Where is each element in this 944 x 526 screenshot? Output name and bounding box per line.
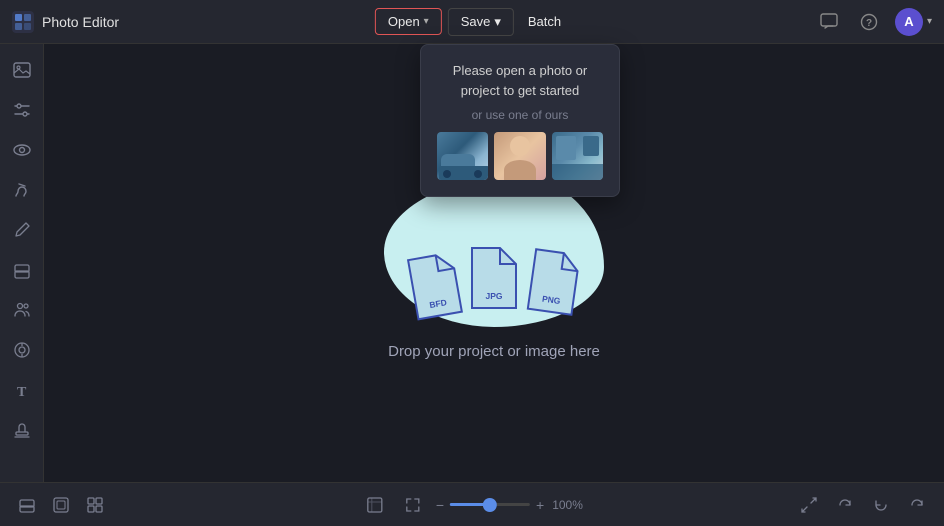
zoom-percent: 100 [552, 498, 572, 512]
sample-image-person[interactable] [494, 132, 545, 180]
bottom-left-tools [12, 490, 110, 520]
expand-tool-button[interactable] [794, 490, 824, 520]
zoom-suffix: % [572, 498, 583, 512]
zoom-slider[interactable] [450, 503, 530, 506]
sidebar-item-image[interactable] [4, 52, 40, 88]
sidebar-item-text[interactable]: T [4, 372, 40, 408]
save-label: Save [461, 14, 491, 29]
user-avatar[interactable]: A [895, 8, 923, 36]
zoom-in-icon[interactable]: + [536, 497, 544, 513]
redo-button[interactable] [902, 490, 932, 520]
sidebar-item-paint[interactable] [4, 172, 40, 208]
frame-tool-button[interactable] [360, 490, 390, 520]
crop-tool-button[interactable] [46, 490, 76, 520]
zoom-slider-container: − + [436, 497, 544, 513]
bottom-toolbar: − + 100% [0, 482, 944, 526]
layers-tool-button[interactable] [12, 490, 42, 520]
header-actions: Open ▾ Save ▾ Batch [375, 8, 569, 36]
zoom-out-icon[interactable]: − [436, 497, 444, 513]
expand-view-button[interactable] [398, 490, 428, 520]
sidebar-item-effects[interactable] [4, 332, 40, 368]
rotate-right-tool-button[interactable] [830, 490, 860, 520]
svg-text:T: T [17, 385, 27, 400]
user-avatar-row[interactable]: A ▾ [895, 8, 932, 36]
file-jpg: JPG [468, 244, 520, 317]
sidebar-item-adjustments[interactable] [4, 92, 40, 128]
zoom-value: 100% [552, 498, 584, 512]
help-icon-button[interactable]: ? [855, 8, 883, 36]
sidebar-item-view[interactable] [4, 132, 40, 168]
save-chevron-icon: ▾ [494, 14, 501, 30]
header: Photo Editor Open ▾ Save ▾ Batch ? [0, 0, 944, 44]
avatar-chevron-icon: ▾ [927, 16, 932, 27]
bottom-right-tools [794, 490, 932, 520]
file-bfd: BFD [403, 247, 467, 328]
grid-tool-button[interactable] [80, 490, 110, 520]
sidebar-item-layers[interactable] [4, 252, 40, 288]
sidebar-item-stamp[interactable] [4, 412, 40, 448]
sidebar-item-people[interactable] [4, 292, 40, 328]
save-button[interactable]: Save ▾ [448, 8, 514, 36]
batch-label: Batch [528, 14, 561, 29]
undo-button[interactable] [866, 490, 896, 520]
open-chevron-icon: ▾ [424, 16, 429, 27]
batch-button[interactable]: Batch [520, 9, 569, 34]
dropdown-sub-text: or use one of ours [437, 108, 603, 122]
logo-icon [12, 11, 34, 33]
sample-image-canal[interactable] [552, 132, 603, 180]
drop-text: Drop your project or image here [388, 343, 600, 360]
app-logo: Photo Editor [12, 11, 119, 33]
file-icons-row: BFD JPG PNG [408, 244, 580, 317]
sample-images-row [437, 132, 603, 180]
header-right: ? A ▾ [815, 8, 932, 36]
sample-image-car[interactable] [437, 132, 488, 180]
open-label: Open [388, 14, 420, 29]
file-jpg-label: JPG [468, 291, 520, 301]
chat-icon-button[interactable] [815, 8, 843, 36]
file-png: PNG [523, 244, 585, 324]
sidebar: T [0, 44, 44, 482]
svg-text:?: ? [866, 18, 872, 29]
sidebar-item-brush[interactable] [4, 212, 40, 248]
dropdown-main-text: Please open a photo or project to get st… [437, 61, 603, 100]
open-dropdown-popup: Please open a photo or project to get st… [420, 44, 620, 197]
app-title: Photo Editor [42, 14, 119, 30]
open-button[interactable]: Open ▾ [375, 8, 442, 35]
bottom-center-zoom: − + 100% [360, 490, 584, 520]
